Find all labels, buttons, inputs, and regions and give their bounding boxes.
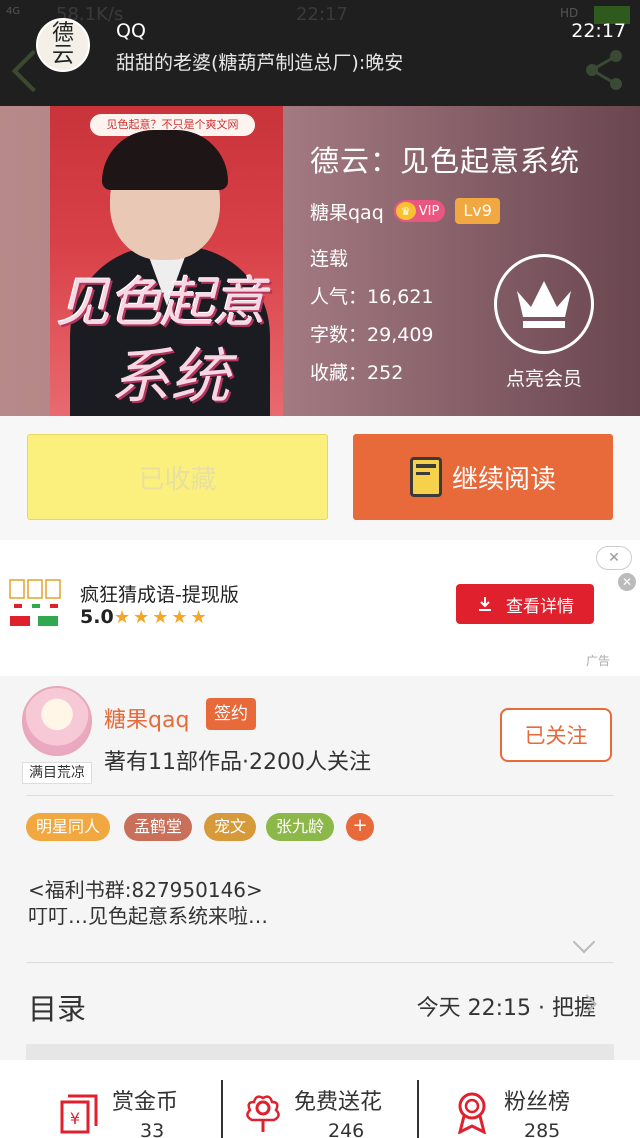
fans-label[interactable]: 粉丝榜 (504, 1084, 570, 1116)
book-icon (409, 457, 442, 497)
crown-icon (517, 281, 571, 328)
ad-app-icon (9, 579, 61, 626)
author-info: 著有11部作品·2200人关注 (104, 750, 371, 775)
svg-text:¥: ¥ (70, 1109, 80, 1128)
ad-dismiss-icon[interactable]: ✕ (618, 573, 636, 591)
ad-stars: ★★★★★ (114, 607, 210, 628)
fans-count: 285 (524, 1120, 561, 1138)
reward-count: 33 (140, 1120, 165, 1138)
description-line: <福利书群:827950146> (28, 878, 263, 902)
level-badge: Lv9 (455, 198, 500, 224)
section-strip (26, 1044, 614, 1060)
notification-app-name: QQ (116, 20, 146, 42)
follow-button[interactable]: 已关注 (500, 708, 612, 762)
tag-item[interactable]: 宠文 (204, 813, 257, 841)
flower-icon[interactable] (242, 1092, 284, 1134)
share-icon[interactable] (582, 48, 626, 92)
crown-icon: ♛ (395, 202, 416, 220)
vip-text: VIP (418, 203, 440, 219)
favorites-value: 252 (367, 362, 404, 384)
words-value: 29,409 (367, 324, 434, 346)
flower-count: 246 (328, 1120, 365, 1138)
word-count-stat: 字数：29,409 (310, 320, 434, 347)
favorites-label: 收藏： (310, 362, 368, 384)
member-button[interactable] (494, 254, 594, 354)
tag-item[interactable]: 明星同人 (26, 813, 111, 841)
favorites-stat: 收藏：252 (310, 358, 403, 385)
status-bar: 4G 58.1K/s 22:17 HD (0, 0, 640, 32)
member-label[interactable]: 点亮会员 (494, 364, 594, 391)
reward-label[interactable]: 赏金币 (112, 1084, 178, 1116)
divider (221, 1080, 223, 1138)
words-label: 字数： (310, 324, 368, 346)
ad-detail-button[interactable]: 查看详情 (456, 584, 594, 624)
divider (26, 962, 614, 963)
ranking-icon[interactable] (450, 1090, 494, 1134)
continue-reading-label: 继续阅读 (451, 464, 556, 495)
divider (26, 795, 614, 796)
book-cover[interactable]: 见色起意？不只是个爽文网 见色起意 系统 (50, 106, 283, 416)
toc-latest[interactable]: 今天 22:15 · 把握 (417, 990, 596, 1022)
ad-label: 广告 (586, 654, 611, 668)
status-time: 22:17 (296, 4, 348, 25)
book-status: 连载 (310, 248, 349, 270)
flower-label[interactable]: 免费送花 (294, 1084, 382, 1116)
hd-indicator: HD (560, 6, 579, 20)
ad-title: 疯狂猜成语-提现版 (80, 584, 239, 606)
description-line: 叮叮…见色起意系统来啦… (28, 904, 268, 928)
cover-hair (102, 130, 228, 190)
divider (417, 1080, 419, 1138)
avatar-text: 德云 (51, 21, 74, 68)
app-screen: { "status_bar": { "network": "4G", "spee… (0, 0, 640, 1138)
author-name[interactable]: 糖果qaq (104, 702, 189, 734)
ad-button-label: 查看详情 (506, 596, 574, 617)
cover-title-art-2: 系统 (110, 342, 230, 412)
book-title: 德云：见色起意系统 (310, 144, 581, 178)
cover-title-art: 见色起意 (56, 271, 266, 334)
network-indicator: 4G (6, 6, 21, 17)
toc-label[interactable]: 目录 (28, 986, 86, 1028)
notification-time: 22:17 (571, 20, 626, 42)
ad-banner[interactable]: 疯狂猜成语-提现版 5.0 ★★★★★ 查看详情 ✕ ✕ 广告 (0, 540, 640, 676)
tag-item[interactable]: 张九龄 (266, 813, 335, 841)
reward-icon[interactable]: ¥ (58, 1092, 102, 1136)
add-tag-button[interactable]: + (346, 813, 374, 841)
popularity-stat: 人气：16,621 (310, 282, 434, 309)
notification-banner[interactable]: 4G 58.1K/s 22:17 HD 德云 QQ 甜甜的老婆(糖葫芦制造总厂)… (0, 0, 640, 106)
favorited-button[interactable]: 已收藏 (27, 434, 328, 520)
ad-close-icon[interactable]: ✕ (596, 546, 632, 570)
popularity-label: 人气： (310, 286, 368, 308)
author-avatar[interactable] (22, 686, 92, 756)
tag-item[interactable]: 孟鹤堂 (124, 813, 193, 841)
notification-message: 甜甜的老婆(糖葫芦制造总厂):晚安 (116, 52, 404, 74)
avatar-tag: 满目荒凉 (22, 762, 92, 784)
popularity-value: 16,621 (367, 286, 434, 308)
book-author[interactable]: 糖果qaq (310, 198, 384, 225)
book-author-row: 糖果qaq ♛ VIP Lv9 (310, 198, 500, 224)
download-icon (479, 597, 491, 611)
ad-rating: 5.0 (80, 606, 114, 628)
vip-badge: ♛ VIP (393, 200, 446, 222)
signed-badge: 签约 (206, 698, 256, 730)
continue-reading-button[interactable]: 继续阅读 (353, 434, 613, 520)
